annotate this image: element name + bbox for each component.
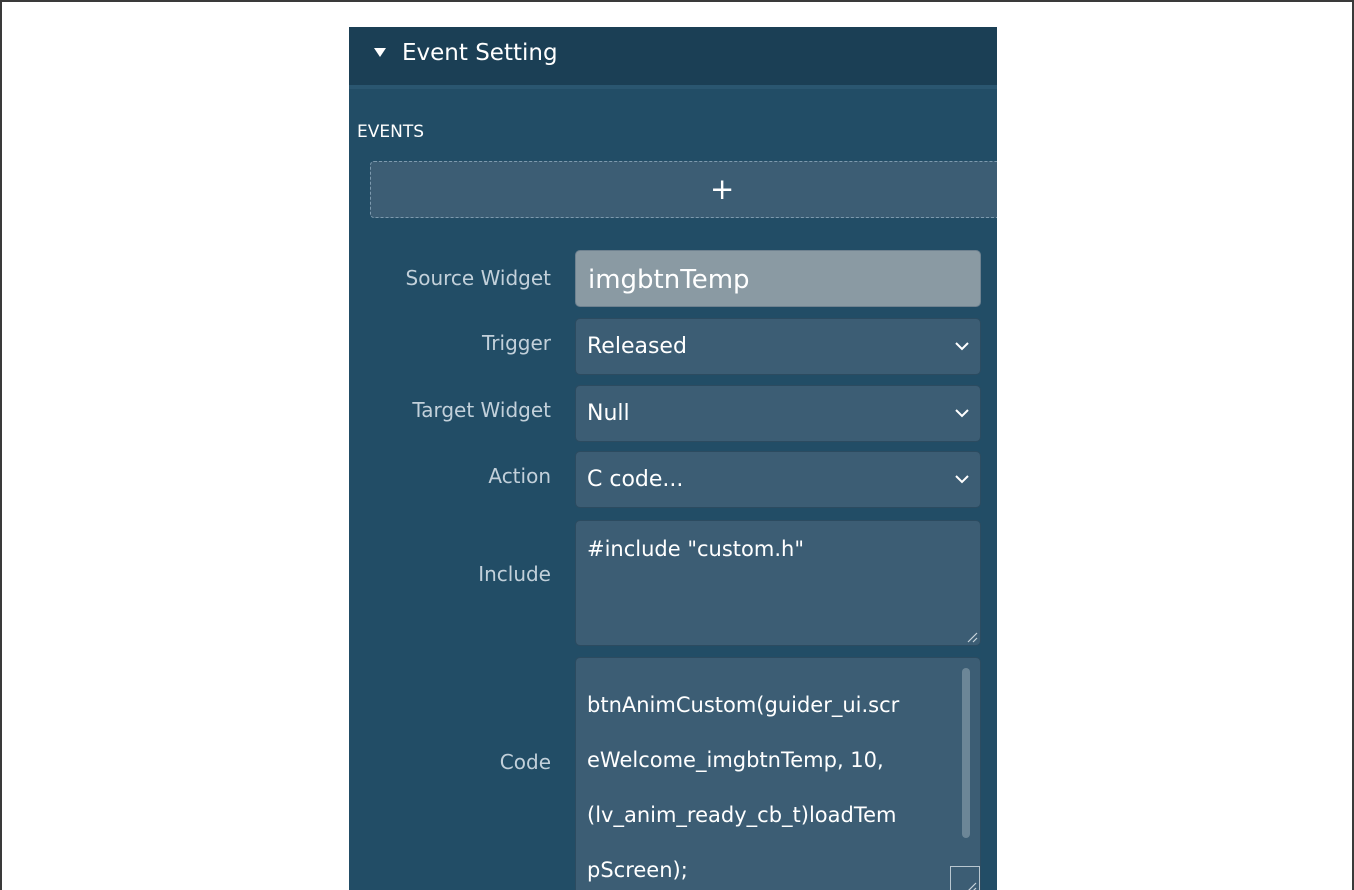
- code-line: (lv_anim_ready_cb_t)loadTem: [587, 803, 897, 827]
- code-scrollbar[interactable]: [962, 668, 970, 838]
- target-widget-select[interactable]: Null: [575, 385, 981, 442]
- code-line: pScreen);: [587, 858, 688, 882]
- action-value: C code...: [587, 467, 684, 492]
- action-select[interactable]: C code...: [575, 451, 981, 508]
- code-line: eWelcome_imgbtnTemp, 10,: [587, 748, 884, 772]
- event-setting-header[interactable]: Event Setting: [349, 27, 997, 89]
- chevron-down-icon: [955, 475, 969, 484]
- code-textarea[interactable]: btnAnimCustom(guider_ui.scr eWelcome_imgb…: [575, 657, 981, 890]
- code-text: btnAnimCustom(guider_ui.scr eWelcome_imgb…: [587, 678, 957, 890]
- chevron-down-icon: [955, 342, 969, 351]
- panel-title: Event Setting: [402, 40, 558, 66]
- include-text: #include "custom.h": [587, 537, 804, 561]
- trigger-label: Trigger: [482, 331, 551, 355]
- action-label: Action: [488, 464, 551, 488]
- chevron-down-icon: [955, 409, 969, 418]
- triangle-down-icon[interactable]: [374, 48, 386, 57]
- code-line: btnAnimCustom(guider_ui.scr: [587, 693, 900, 717]
- resize-grip-icon[interactable]: [964, 629, 978, 643]
- trigger-value: Released: [587, 334, 687, 359]
- events-section-label: EVENTS: [357, 122, 425, 142]
- trigger-select[interactable]: Released: [575, 318, 981, 375]
- source-widget-field: imgbtnTemp: [575, 250, 981, 307]
- resize-handle[interactable]: [950, 866, 980, 890]
- include-textarea[interactable]: #include "custom.h": [575, 520, 981, 646]
- event-setting-panel: Event Setting EVENTS + Source Widget img…: [349, 27, 997, 890]
- target-widget-label: Target Widget: [412, 398, 551, 422]
- code-label: Code: [499, 750, 551, 774]
- target-widget-value: Null: [587, 401, 630, 426]
- include-label: Include: [478, 562, 551, 586]
- plus-icon: +: [710, 172, 735, 206]
- add-event-button[interactable]: +: [370, 161, 997, 218]
- source-widget-label: Source Widget: [405, 266, 551, 290]
- resize-grip-icon: [968, 882, 977, 890]
